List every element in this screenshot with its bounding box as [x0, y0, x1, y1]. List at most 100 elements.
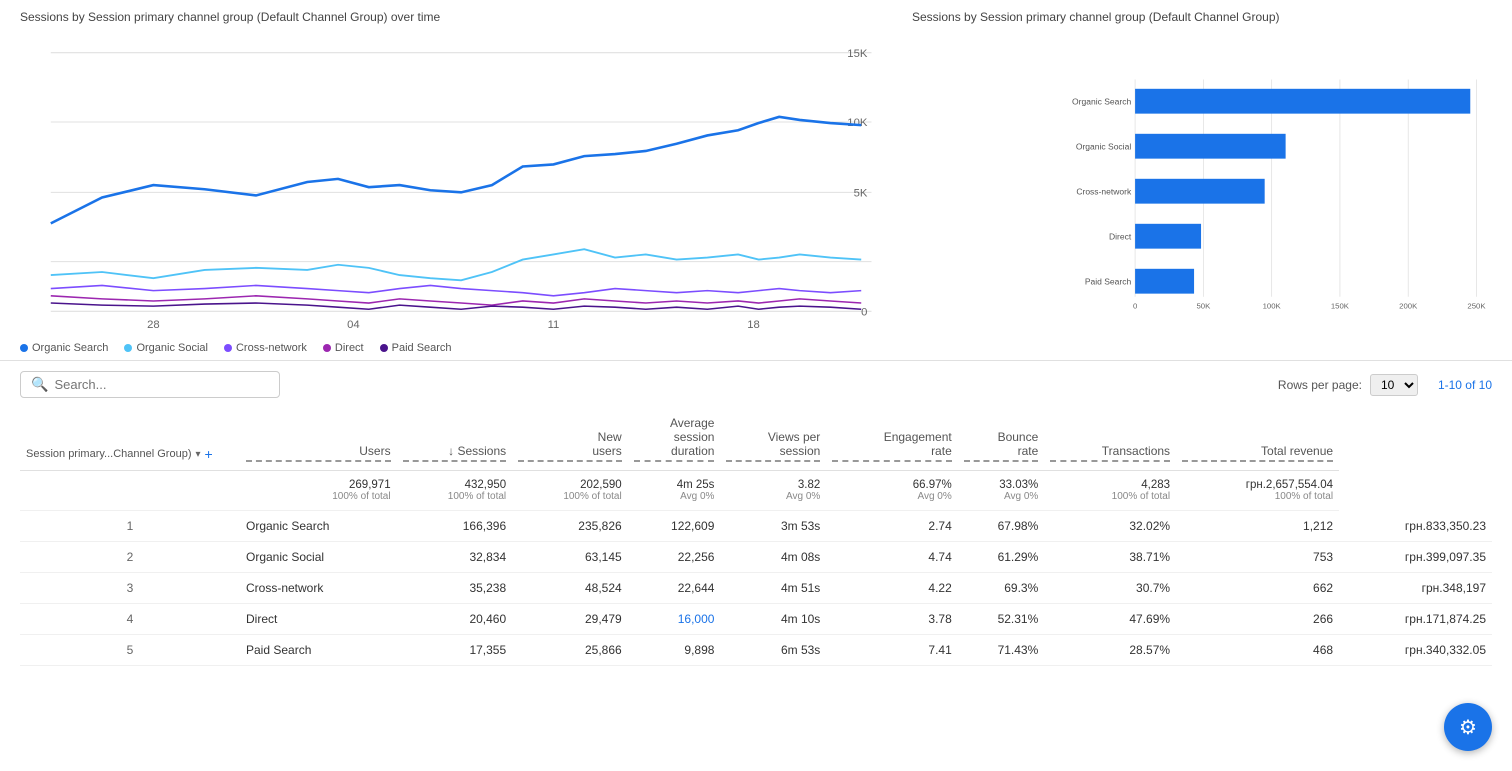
users-1: 166,396	[397, 511, 513, 542]
new-users-3: 22,644	[628, 573, 721, 604]
revenue-3: грн.348,197	[1339, 573, 1492, 604]
legend-paid-search: Paid Search	[380, 342, 452, 354]
svg-text:Feb: Feb	[344, 331, 363, 332]
search-section: 🔍 Rows per page: 10 25 50 1-10 of 10	[0, 360, 1512, 408]
total-transactions: 4,283	[1141, 479, 1170, 491]
search-input[interactable]	[54, 377, 254, 392]
engagement-2: 61.29%	[958, 542, 1045, 573]
channel-1: Organic Search	[240, 511, 397, 542]
revenue-2: грн.399,097.35	[1339, 542, 1492, 573]
users-3: 35,238	[397, 573, 513, 604]
transactions-5: 468	[1176, 635, 1339, 666]
revenue-1: грн.833,350.23	[1339, 511, 1492, 542]
total-revenue-sub: 100% of total	[1182, 491, 1333, 502]
sessions-2: 63,145	[512, 542, 628, 573]
svg-text:Cross-network: Cross-network	[1076, 186, 1132, 196]
transactions-col-header: Transactions	[1050, 444, 1170, 462]
engagement-3: 69.3%	[958, 573, 1045, 604]
channel-dropdown-icon[interactable]: ▾	[195, 449, 200, 460]
new-users-1: 122,609	[628, 511, 721, 542]
total-revenue: грн.2,657,554.04	[1246, 479, 1333, 491]
svg-text:50K: 50K	[1196, 301, 1211, 310]
total-engagement-sub: Avg 0%	[832, 491, 951, 502]
settings-fab[interactable]: ⚙	[1444, 703, 1492, 751]
table-total-row: 269,971 100% of total 432,950 100% of to…	[20, 471, 1492, 511]
users-col-header: Users	[246, 444, 391, 462]
bar-chart: Organic Search Organic Social Cross-netw…	[912, 32, 1492, 352]
legend-organic-social: Organic Social	[124, 342, 208, 354]
sessions-1: 235,826	[512, 511, 628, 542]
total-sessions-sub: 100% of total	[403, 491, 507, 502]
avg-duration-col-header: Averagesessionduration	[634, 416, 715, 462]
total-users-sub: 100% of total	[246, 491, 391, 502]
rows-per-page-label: Rows per page:	[1278, 378, 1362, 392]
table-row: 4 Direct 20,460 29,479 16,000 4m 10s 3.7…	[20, 604, 1492, 635]
channel-header: Session primary...Channel Group) ▾ +	[26, 446, 234, 462]
revenue-4: грн.171,874.25	[1339, 604, 1492, 635]
transactions-2: 753	[1176, 542, 1339, 573]
channel-2: Organic Social	[240, 542, 397, 573]
rank-1: 1	[20, 511, 240, 542]
bounce-2: 38.71%	[1044, 542, 1176, 573]
legend-cross-network: Cross-network	[224, 342, 307, 354]
search-wrapper[interactable]: 🔍	[20, 371, 280, 398]
views-5: 7.41	[826, 635, 957, 666]
search-icon: 🔍	[31, 376, 48, 393]
svg-text:28: 28	[147, 319, 160, 331]
views-col-header: Views persession	[726, 430, 820, 462]
data-table: Session primary...Channel Group) ▾ + Use…	[20, 408, 1492, 666]
avg-duration-4: 4m 10s	[720, 604, 826, 635]
channel-5: Paid Search	[240, 635, 397, 666]
svg-text:Direct: Direct	[1109, 231, 1132, 241]
engagement-col-header: Engagementrate	[832, 430, 951, 462]
svg-text:Organic Search: Organic Search	[1072, 96, 1131, 106]
chart-legend: Organic Search Organic Social Cross-netw…	[20, 332, 892, 360]
sessions-col-header: ↓ Sessions	[403, 444, 507, 462]
settings-icon: ⚙	[1459, 715, 1477, 740]
users-2: 32,834	[397, 542, 513, 573]
svg-text:18: 18	[747, 319, 760, 331]
revenue-5: грн.340,332.05	[1339, 635, 1492, 666]
total-avg-duration: 4m 25s	[677, 479, 715, 491]
bounce-3: 30.7%	[1044, 573, 1176, 604]
svg-text:0: 0	[861, 306, 867, 318]
total-sessions: 432,950	[465, 479, 507, 491]
total-views-sub: Avg 0%	[726, 491, 820, 502]
rows-per-page-select[interactable]: 10 25 50	[1370, 374, 1418, 396]
transactions-1: 1,212	[1176, 511, 1339, 542]
sessions-3: 48,524	[512, 573, 628, 604]
svg-text:250K: 250K	[1467, 301, 1486, 310]
svg-text:100K: 100K	[1263, 301, 1282, 310]
add-column-button[interactable]: +	[205, 446, 213, 462]
new-users-col-header: Newusers	[518, 430, 622, 462]
transactions-3: 662	[1176, 573, 1339, 604]
engagement-4: 52.31%	[958, 604, 1045, 635]
svg-text:200K: 200K	[1399, 301, 1418, 310]
table-row: 5 Paid Search 17,355 25,866 9,898 6m 53s…	[20, 635, 1492, 666]
bounce-col-header: Bouncerate	[964, 430, 1039, 462]
total-new-users: 202,590	[580, 479, 622, 491]
users-5: 17,355	[397, 635, 513, 666]
svg-text:Paid Search: Paid Search	[1085, 276, 1132, 286]
revenue-col-header: Total revenue	[1182, 444, 1333, 462]
bounce-4: 47.69%	[1044, 604, 1176, 635]
views-2: 4.74	[826, 542, 957, 573]
pagination-info: 1-10 of 10	[1438, 378, 1492, 392]
svg-text:5K: 5K	[854, 187, 868, 199]
table-row: 2 Organic Social 32,834 63,145 22,256 4m…	[20, 542, 1492, 573]
channel-3: Cross-network	[240, 573, 397, 604]
transactions-4: 266	[1176, 604, 1339, 635]
line-chart: 15K 10K 5K 0 28 Jan 04 Feb 11	[20, 32, 892, 332]
svg-text:0: 0	[1133, 301, 1137, 310]
avg-duration-1: 3m 53s	[720, 511, 826, 542]
avg-duration-3: 4m 51s	[720, 573, 826, 604]
total-bounce-sub: Avg 0%	[964, 491, 1039, 502]
rank-2: 2	[20, 542, 240, 573]
new-users-5: 9,898	[628, 635, 721, 666]
avg-duration-5: 6m 53s	[720, 635, 826, 666]
table-row: 3 Cross-network 35,238 48,524 22,644 4m …	[20, 573, 1492, 604]
data-table-section: Session primary...Channel Group) ▾ + Use…	[0, 408, 1512, 686]
left-chart-title: Sessions by Session primary channel grou…	[20, 10, 892, 24]
sessions-5: 25,866	[512, 635, 628, 666]
total-new-users-sub: 100% of total	[518, 491, 622, 502]
